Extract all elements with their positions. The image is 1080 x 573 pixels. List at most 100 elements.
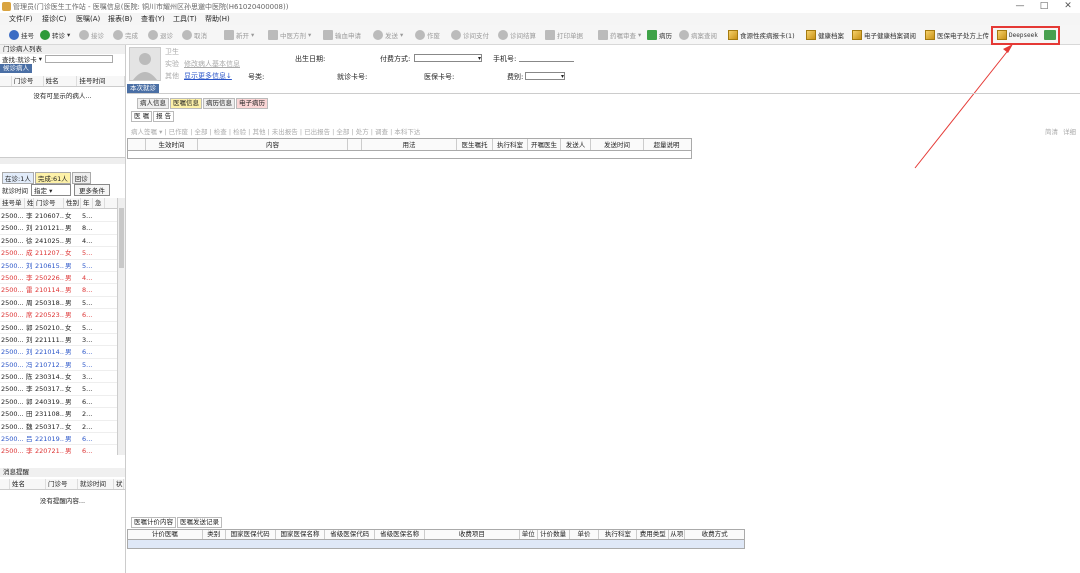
row-cell: 210607... — [35, 212, 64, 220]
table-row[interactable]: 2500... 徐 241025... 男 4... — [0, 235, 117, 248]
menu-help[interactable]: 帮助(H) — [205, 14, 230, 24]
complete-icon — [113, 30, 123, 40]
row-cell: 2500... — [1, 348, 24, 357]
order-filter-toolbar[interactable]: 病人签嘱 ▾ | 已作废 | 全部 | 检查 | 检验 | 其他 | 未出报告 … — [131, 126, 420, 136]
more-conditions-button[interactable]: 更多条件 — [74, 184, 110, 196]
row-cell: 220721... — [35, 447, 64, 455]
tab-in-clinic[interactable]: 在诊:1人 — [2, 172, 34, 184]
row-cell: 刘 — [26, 224, 33, 233]
table-row[interactable]: 2500... 成 211207... 女 5... — [0, 247, 117, 260]
table-row[interactable]: 2500... 刘 210121... 男 8... — [0, 222, 117, 235]
tab-fee-content[interactable]: 医嘱计价内容 — [131, 517, 176, 528]
more-info-link[interactable]: 显示更多信息↓ — [184, 71, 232, 81]
print-button[interactable]: 打印单据 — [545, 28, 583, 42]
row-cell: 250318... — [35, 298, 64, 307]
table-row[interactable]: 2500... 周 250318... 男 5... — [0, 297, 117, 310]
table-row[interactable]: 2500... 刘 221111... 男 3... — [0, 334, 117, 347]
table-row[interactable]: 2500... 席 220523... 男 6... — [0, 309, 117, 322]
blood-request-button[interactable]: 输血申请 — [323, 28, 361, 42]
tab-completed[interactable]: 完成:61人 — [34, 172, 71, 184]
table-row[interactable]: 2500... 李 210607... 女 5... — [0, 210, 117, 223]
pay-method-select[interactable]: ▾ — [414, 54, 482, 62]
tab-emr[interactable]: 电子病历 — [236, 98, 268, 109]
menu-view[interactable]: 查看(Y) — [141, 14, 165, 24]
fee-grid-row[interactable] — [127, 540, 745, 549]
table-row[interactable]: 2500... 刘 210615... 男 5... — [0, 260, 117, 272]
close-button[interactable]: ✕ — [1058, 1, 1078, 12]
table-row[interactable]: 2500... 魏 250317... 女 2... — [0, 421, 117, 434]
clinic-pay-button[interactable]: 诊间支付 — [451, 28, 489, 42]
case-lookup-button[interactable]: 病案查阅 — [679, 28, 717, 42]
send-button[interactable]: 发送 ▾ — [373, 28, 403, 42]
horizontal-scrollbar[interactable] — [0, 157, 125, 164]
record-button[interactable]: 病历 — [647, 28, 672, 42]
row-cell: 210712... — [35, 360, 64, 369]
tab-current-visit[interactable]: 本次就诊 — [127, 84, 159, 93]
void-icon — [415, 30, 425, 40]
complete-button[interactable]: 完成 — [113, 28, 138, 42]
maximize-button[interactable]: □ — [1034, 1, 1054, 12]
tab-orders[interactable]: 医 嘱 — [131, 111, 153, 122]
row-cell: 席 — [26, 311, 33, 320]
tab-waiting-patients[interactable]: 候诊病人 — [0, 64, 32, 73]
new-button[interactable]: 新开 ▾ — [224, 28, 254, 42]
order-grid-body[interactable] — [127, 151, 692, 159]
row-cell: 6... — [82, 397, 93, 406]
menu-file[interactable]: 文件(F) — [9, 14, 33, 24]
drug-review-button[interactable]: 药嘱审查 ▾ — [598, 28, 641, 42]
tcm-recipe-button[interactable]: 中医方剂 ▾ — [268, 28, 311, 42]
table-row[interactable]: 2500... 郭 240319... 男 6... — [0, 396, 117, 409]
table-row[interactable]: 2500... 刘 221014... 男 6... — [0, 346, 117, 359]
accept-button[interactable]: 接诊 — [79, 28, 104, 42]
table-row[interactable]: 2500... 冯 210712... 男 5... — [0, 359, 117, 372]
fee-category-select[interactable]: ▾ — [525, 72, 565, 80]
menu-bar: 文件(F) 接诊(C) 医嘱(A) 报表(B) 查看(Y) 工具(T) 帮助(H… — [0, 13, 1080, 25]
transfer-button[interactable]: 转诊 ▾ — [40, 28, 70, 42]
search-input[interactable] — [44, 55, 113, 63]
menu-reports[interactable]: 报表(B) — [108, 14, 132, 24]
cancel-button[interactable]: 取消 — [182, 28, 207, 42]
row-cell: 田 — [26, 410, 33, 419]
tab-send-records[interactable]: 医嘱发送记录 — [177, 517, 222, 528]
return-icon — [148, 30, 158, 40]
row-cell: 男 — [65, 236, 72, 245]
row-cell: 3... — [82, 373, 93, 382]
foodborne-report-button[interactable]: 食源性疾病报卡(1) — [728, 28, 795, 42]
detail-view-button[interactable]: 详细 — [1063, 126, 1076, 136]
table-row[interactable]: 2500... 李 250317... 女 5... — [0, 383, 117, 396]
menu-reception[interactable]: 接诊(C) — [42, 14, 66, 24]
tab-order-info[interactable]: 医嘱信息 — [170, 98, 202, 109]
row-cell: 3... — [82, 335, 93, 344]
edit-basic-info-link[interactable]: 修改病人基本信息 — [184, 59, 240, 69]
table-row[interactable]: 2500... 郭 250210... 女 5... — [0, 322, 117, 334]
menu-tools[interactable]: 工具(T) — [173, 14, 197, 24]
visit-time-select[interactable]: 指定 ▾ — [31, 184, 71, 196]
phone-field[interactable] — [519, 61, 574, 62]
messages-empty-text: 没有提醒内容... — [39, 497, 86, 505]
table-row[interactable]: 2500... 吕 221019... 男 6... — [0, 433, 117, 446]
vertical-scrollbar[interactable] — [117, 198, 125, 455]
register-button[interactable]: 挂号 — [9, 28, 34, 42]
health-record-button[interactable]: 健康档案 — [806, 28, 844, 42]
table-row[interactable]: 2500... 陈 230314... 女 3... — [0, 371, 117, 384]
return-button[interactable]: 退诊 — [148, 28, 173, 42]
menu-orders[interactable]: 医嘱(A) — [76, 14, 100, 24]
compact-view-button[interactable]: 简清 — [1045, 126, 1058, 136]
pay-method-label: 付费方式: — [380, 55, 411, 63]
table-row[interactable]: 2500... 李 220721... 男 6... — [0, 445, 117, 455]
row-cell: 男 — [65, 261, 72, 270]
tab-return-visit[interactable]: 回诊 — [71, 172, 91, 184]
tab-reports[interactable]: 报 告 — [153, 111, 175, 122]
tab-record-info[interactable]: 病历信息 — [203, 98, 235, 109]
void-button[interactable]: 作废 — [415, 28, 440, 42]
row-cell: 2500... — [1, 360, 24, 369]
minimize-button[interactable]: — — [1010, 1, 1030, 12]
row-cell: 5... — [82, 261, 93, 270]
table-row[interactable]: 2500... 雷 210114... 男 8... — [0, 284, 117, 297]
tab-patient-info[interactable]: 病人信息 — [137, 98, 169, 109]
row-cell: 2500... — [1, 435, 24, 444]
clinic-settle-button[interactable]: 诊间结算 — [498, 28, 536, 42]
table-row[interactable]: 2500... 田 231108... 男 2... — [0, 408, 117, 421]
table-row[interactable]: 2500... 李 250226... 男 4... — [0, 272, 117, 285]
search-mode-select[interactable]: 就诊卡 — [17, 54, 37, 64]
